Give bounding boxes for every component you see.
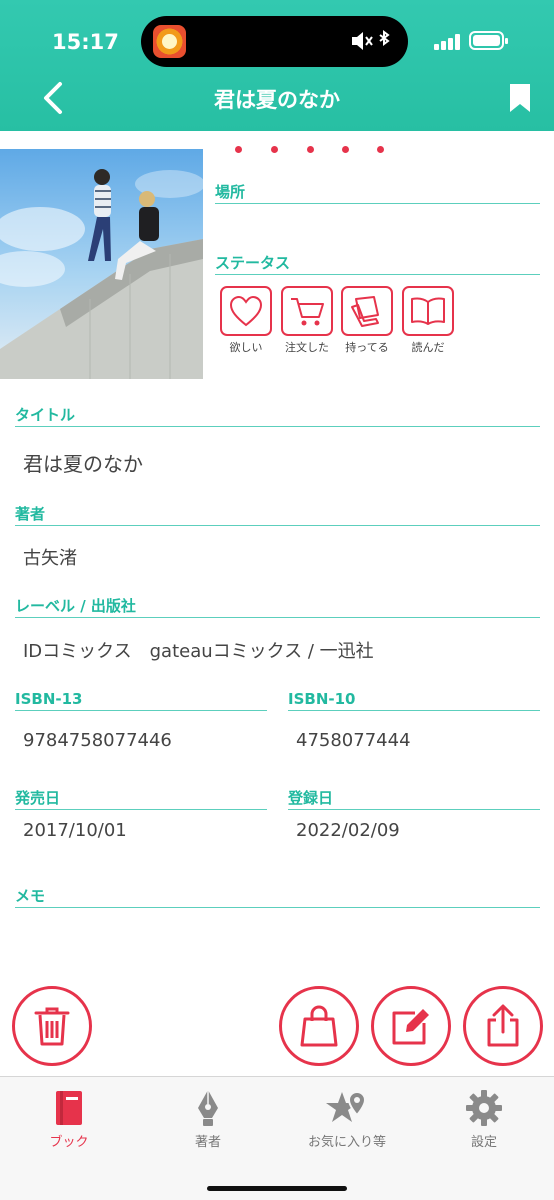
memo-label: メモ bbox=[15, 887, 540, 908]
shopping-bag-icon bbox=[300, 1005, 338, 1047]
title-label: タイトル bbox=[15, 406, 540, 427]
share-button[interactable] bbox=[463, 986, 543, 1066]
heart-icon bbox=[229, 295, 263, 327]
battery-icon bbox=[469, 31, 508, 50]
tab-author[interactable]: 著者 bbox=[148, 1087, 268, 1150]
gear-icon bbox=[466, 1090, 502, 1126]
bookmark-button[interactable] bbox=[508, 82, 532, 114]
hand-book-icon bbox=[351, 296, 379, 327]
pen-nib-icon bbox=[198, 1090, 218, 1126]
share-icon bbox=[487, 1004, 519, 1047]
tab-author-label: 著者 bbox=[194, 1135, 221, 1150]
tab-book[interactable]: ブック bbox=[9, 1087, 129, 1150]
release-date-label: 発売日 bbox=[15, 789, 267, 810]
cart-icon bbox=[291, 298, 324, 326]
register-date-value[interactable]: 2022/02/09 bbox=[296, 820, 400, 841]
tab-settings-label: 設定 bbox=[470, 1135, 497, 1150]
favorites-icon bbox=[326, 1090, 367, 1122]
status-label: ステータス bbox=[215, 254, 540, 275]
status-read-button[interactable]: 読んだ bbox=[402, 286, 454, 355]
register-date-label: 登録日 bbox=[288, 789, 540, 810]
delete-button[interactable] bbox=[12, 986, 92, 1066]
shop-button[interactable] bbox=[279, 986, 359, 1066]
status-ordered-label: 注文した bbox=[285, 341, 329, 354]
place-label: 場所 bbox=[215, 183, 540, 204]
cover-artwork bbox=[0, 169, 203, 379]
status-want-button[interactable]: 欲しい bbox=[220, 286, 272, 355]
tab-book-label: ブック bbox=[49, 1135, 89, 1150]
mute-bluetooth-icons bbox=[350, 28, 394, 59]
status-own-button[interactable]: 持ってる bbox=[341, 286, 393, 355]
release-date-value[interactable]: 2017/10/01 bbox=[23, 820, 127, 841]
author-value[interactable]: 古矢渚 bbox=[23, 544, 77, 570]
app-header: 15:17 君は夏のなか bbox=[0, 0, 554, 131]
publisher-label: レーベル / 出版社 bbox=[15, 597, 540, 618]
status-time: 15:17 bbox=[52, 30, 119, 54]
home-indicator bbox=[207, 1186, 347, 1191]
status-want-label: 欲しい bbox=[229, 341, 263, 354]
app-activity-icon bbox=[153, 25, 186, 58]
status-ordered-button[interactable]: 注文した bbox=[281, 286, 333, 355]
trash-icon bbox=[34, 1007, 70, 1046]
open-book-icon bbox=[411, 297, 445, 325]
title-value[interactable]: 君は夏のなか bbox=[23, 448, 143, 477]
status-own-label: 持ってる bbox=[345, 341, 389, 354]
tab-bar: ブック 著者 お気に入り等 設定 bbox=[0, 1076, 554, 1200]
isbn10-label: ISBN-10 bbox=[288, 690, 540, 711]
status-read-label: 読んだ bbox=[411, 341, 445, 354]
tab-favorites[interactable]: お気に入り等 bbox=[287, 1087, 407, 1150]
signal-icon bbox=[434, 34, 461, 50]
edit-button[interactable] bbox=[371, 986, 451, 1066]
page-title: 君は夏のなか bbox=[214, 88, 340, 112]
publisher-value[interactable]: IDコミックス gateauコミックス / 一迅社 bbox=[23, 637, 374, 663]
tab-settings[interactable]: 設定 bbox=[424, 1087, 544, 1150]
dynamic-island bbox=[141, 16, 408, 67]
tab-favorites-label: お気に入り等 bbox=[307, 1135, 386, 1150]
isbn13-value[interactable]: 9784758077446 bbox=[23, 730, 172, 751]
isbn13-label: ISBN-13 bbox=[15, 690, 267, 711]
book-icon bbox=[56, 1091, 82, 1125]
book-cover-image[interactable] bbox=[0, 149, 203, 379]
author-label: 著者 bbox=[15, 505, 540, 526]
isbn10-value[interactable]: 4758077444 bbox=[296, 730, 411, 751]
bookmark-icon bbox=[510, 84, 530, 112]
edit-icon bbox=[392, 1009, 429, 1045]
